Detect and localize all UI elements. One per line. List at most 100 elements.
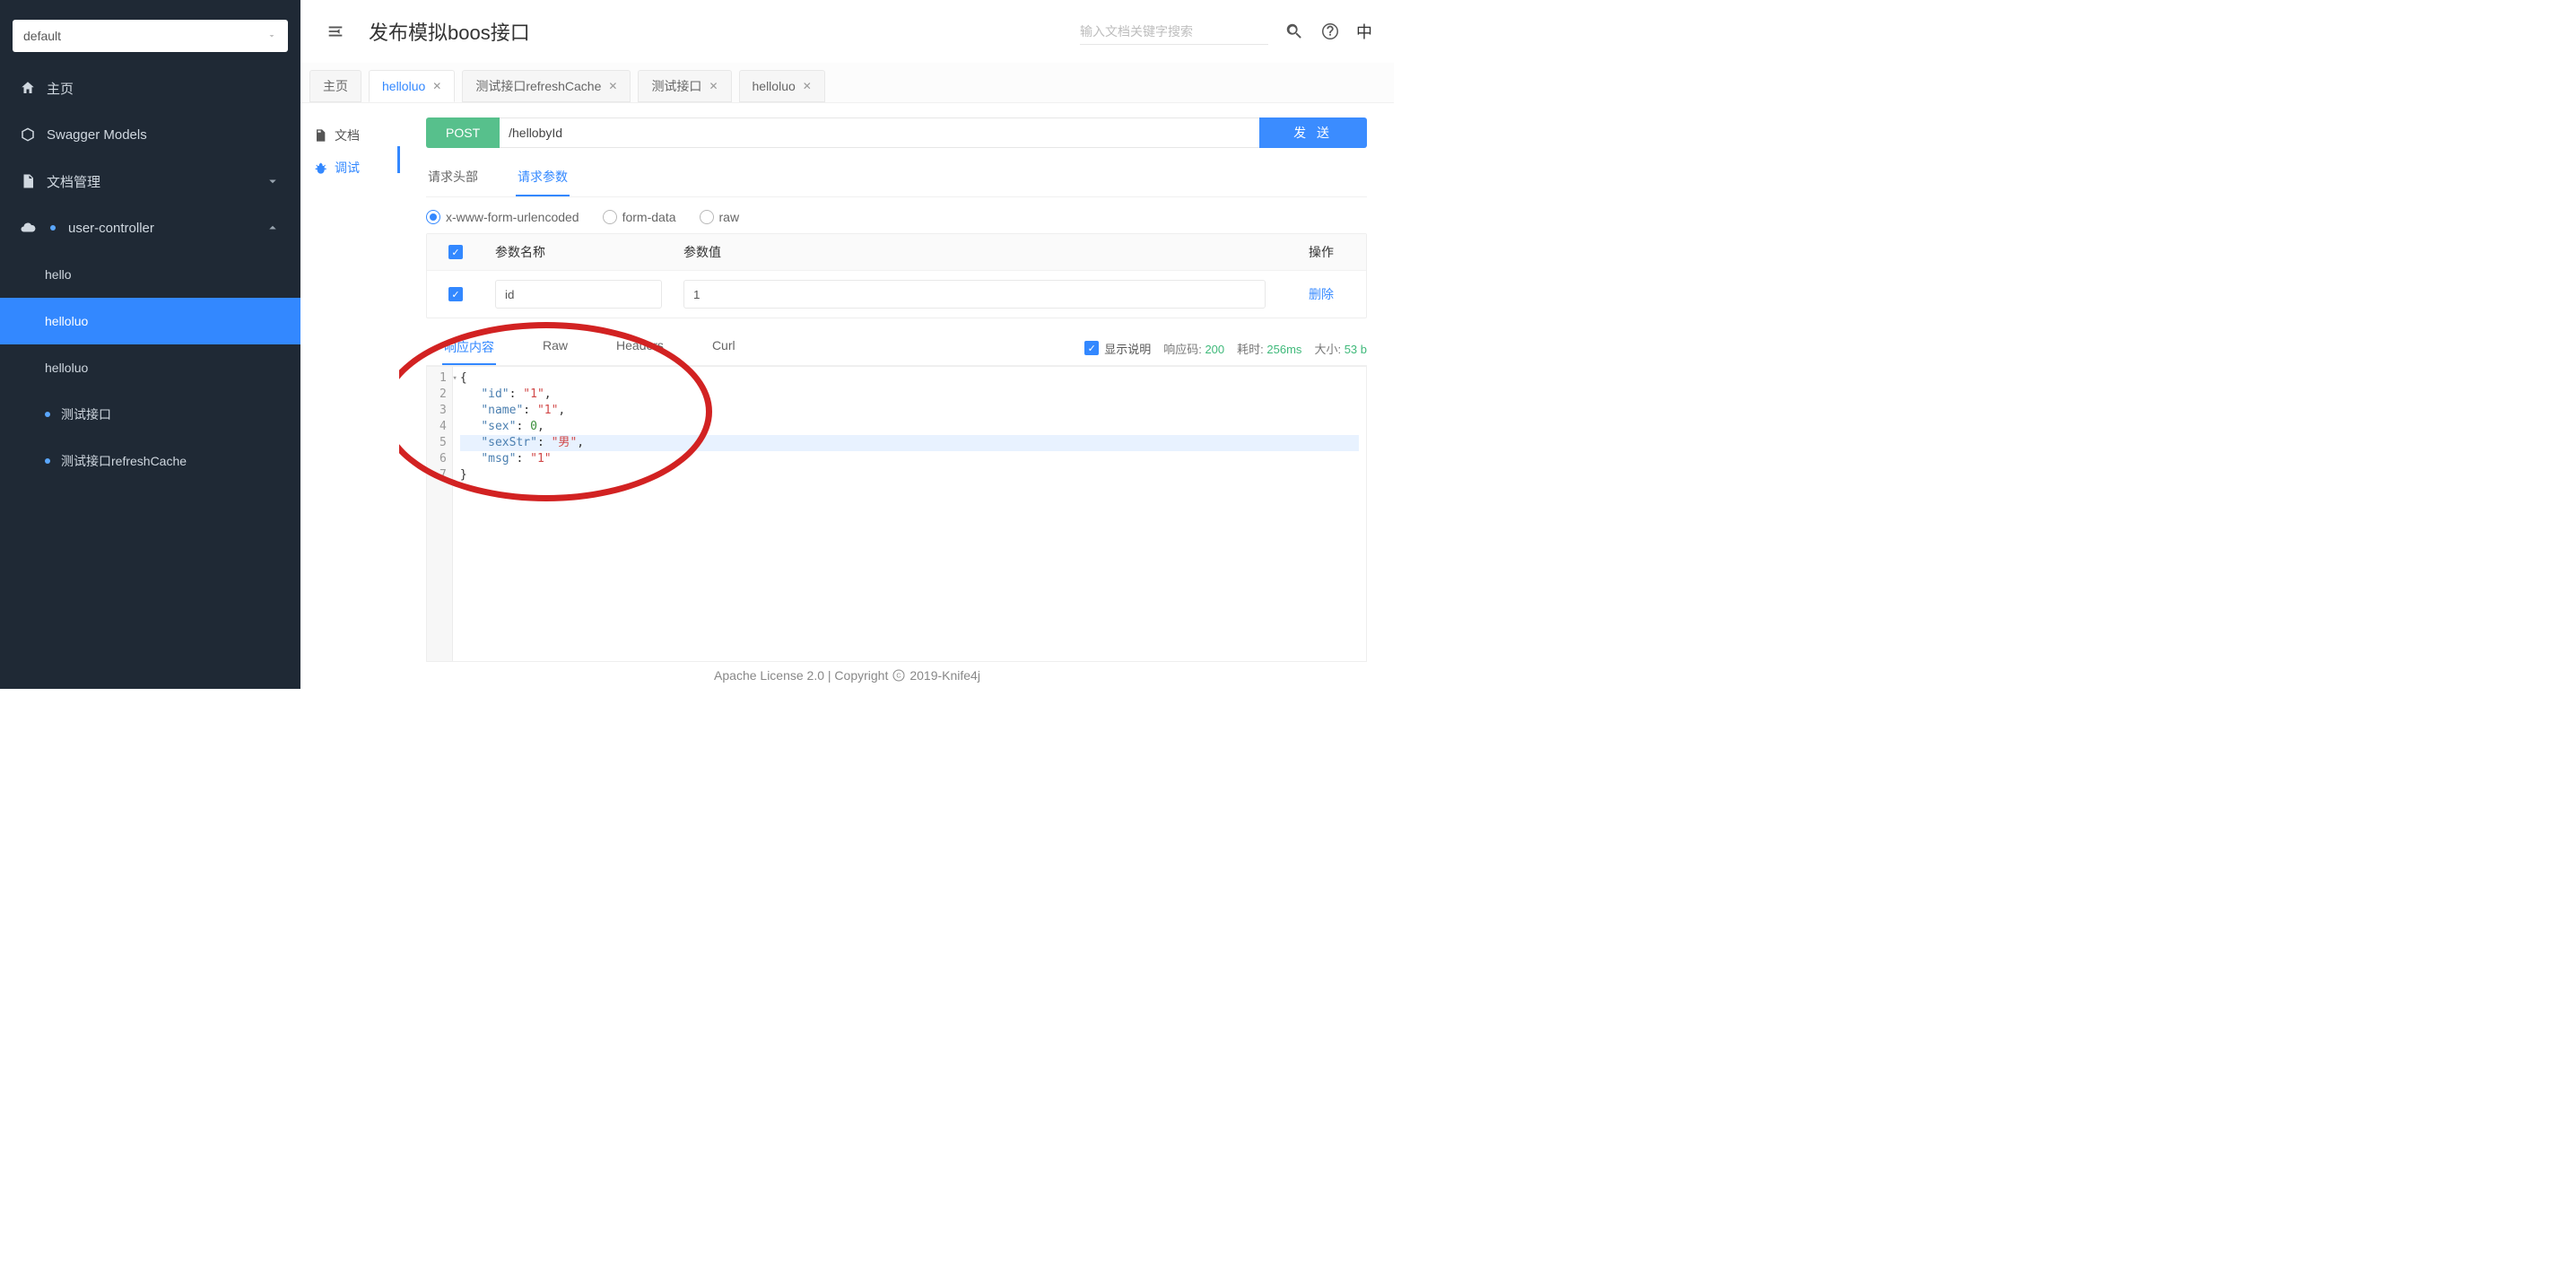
chevron-up-icon <box>265 220 281 236</box>
chevron-down-icon <box>266 30 277 41</box>
response-meta: ✓ 显示说明 响应码: 200 耗时: 256ms 大小: 53 b <box>1084 340 1367 357</box>
params-table: ✓ 参数名称 参数值 操作 ✓ 删除 <box>426 233 1367 318</box>
dot-icon <box>45 458 50 464</box>
delete-link[interactable]: 删除 <box>1309 285 1334 303</box>
bullet-icon <box>50 225 56 231</box>
spec-selector[interactable]: default <box>13 20 288 52</box>
method-badge: POST <box>426 117 500 148</box>
content-wrap: 文档 调试 POST /hellobyId 发 送 请求头部 <box>300 102 1394 662</box>
tab-home[interactable]: 主页 <box>309 70 361 102</box>
cube-icon <box>20 126 36 143</box>
resp-code-label: 响应码: <box>1163 343 1202 356</box>
param-name-input[interactable] <box>495 280 662 309</box>
dot-icon <box>45 412 50 417</box>
search-icon[interactable] <box>1284 22 1304 41</box>
request-tabs: 请求头部 请求参数 <box>426 161 1367 197</box>
sidebar-sub-helloluo[interactable]: helloluo <box>0 298 300 344</box>
sidebar: default 主页 Swagger Models 文档管理 user-con <box>0 0 300 689</box>
subnav-label: 文档 <box>335 126 360 144</box>
subnav-indicator <box>397 146 400 173</box>
sidebar-sub-label: helloluo <box>45 314 88 328</box>
footer-left: Apache License 2.0 | Copyright <box>714 668 888 683</box>
tab-label: 测试接口 <box>651 77 701 95</box>
sidebar-item-label: user-controller <box>68 221 154 236</box>
sidebar-item-label: 文档管理 <box>47 172 100 191</box>
bug-icon <box>313 161 327 175</box>
url-input[interactable]: /hellobyId <box>500 117 1259 148</box>
sidebar-item-label: Swagger Models <box>47 127 147 143</box>
close-icon[interactable]: ✕ <box>803 80 812 92</box>
resp-tab-headers[interactable]: Headers <box>614 331 666 365</box>
doc-icon <box>313 128 327 143</box>
tab-helloluo[interactable]: helloluo ✕ <box>369 70 455 102</box>
file-icon <box>20 173 36 189</box>
sidebar-sub-hello[interactable]: hello <box>0 251 300 298</box>
sidebar-item-home[interactable]: 主页 <box>0 65 300 111</box>
line-gutter: 1234567 <box>427 367 453 661</box>
lang-button[interactable]: 中 <box>1356 20 1372 43</box>
home-icon <box>20 80 36 96</box>
tab-label: 主页 <box>323 77 348 95</box>
checkbox-all[interactable]: ✓ <box>448 245 463 259</box>
subnav-doc[interactable]: 文档 <box>309 119 390 152</box>
code-lines: { "id": "1", "name": "1", "sex": 0, "sex… <box>453 367 1366 661</box>
resp-tab-curl[interactable]: Curl <box>710 331 737 365</box>
topbar: 发布模拟boos接口 中 <box>300 0 1394 63</box>
main: 发布模拟boos接口 中 主页 helloluo ✕ 测试接口refreshCa… <box>300 0 1394 689</box>
subnav-debug[interactable]: 调试 <box>309 152 390 184</box>
checkbox-showdesc: ✓ <box>1084 341 1099 355</box>
sidebar-submenu: hello helloluo helloluo 测试接口 测试接口refresh… <box>0 251 300 484</box>
sidebar-item-docs[interactable]: 文档管理 <box>0 158 300 205</box>
close-icon[interactable]: ✕ <box>608 80 617 92</box>
svg-text:C: C <box>897 672 902 680</box>
radio-icon <box>700 210 714 224</box>
col-name: 参数名称 <box>484 234 673 270</box>
tab-test[interactable]: 测试接口 ✕ <box>638 70 731 102</box>
sidebar-item-controller[interactable]: user-controller <box>0 205 300 251</box>
req-tab-headers[interactable]: 请求头部 <box>426 161 480 196</box>
col-value: 参数值 <box>673 234 1276 270</box>
tab-helloluo2[interactable]: helloluo ✕ <box>739 70 825 102</box>
tab-refresh[interactable]: 测试接口refreshCache ✕ <box>462 70 631 102</box>
radio-raw[interactable]: raw <box>700 210 740 224</box>
param-value-input[interactable] <box>683 280 1266 309</box>
radio-icon <box>603 210 617 224</box>
show-desc-label: 显示说明 <box>1104 340 1151 357</box>
topbar-right: 中 <box>1080 18 1372 45</box>
help-icon[interactable] <box>1320 22 1340 41</box>
sidebar-sub-label: helloluo <box>45 361 88 375</box>
search-input[interactable] <box>1080 18 1268 45</box>
req-tab-params[interactable]: 请求参数 <box>516 161 570 196</box>
resp-tab-raw[interactable]: Raw <box>541 331 570 365</box>
resp-size: 53 b <box>1345 343 1367 356</box>
params-row: ✓ 删除 <box>427 271 1366 318</box>
cloud-icon <box>20 220 36 236</box>
api-panel: POST /hellobyId 发 送 请求头部 请求参数 x-www-form… <box>399 103 1394 662</box>
spec-selector-value: default <box>23 29 61 43</box>
sidebar-top: default <box>0 0 300 65</box>
sidebar-item-label: 主页 <box>47 79 74 98</box>
send-button[interactable]: 发 送 <box>1259 117 1367 148</box>
resp-tab-content[interactable]: 响应内容 <box>442 331 496 365</box>
resp-code: 200 <box>1205 343 1224 356</box>
sidebar-sub-helloluo2[interactable]: helloluo <box>0 344 300 391</box>
sidebar-sub-refresh[interactable]: 测试接口refreshCache <box>0 438 300 484</box>
radio-icon <box>426 210 440 224</box>
footer-right: 2019-Knife4j <box>909 668 980 683</box>
resp-time-label: 耗时: <box>1237 343 1264 356</box>
col-action: 操作 <box>1276 234 1366 270</box>
tab-label: helloluo <box>382 79 425 93</box>
sidebar-item-swagger[interactable]: Swagger Models <box>0 111 300 158</box>
close-icon[interactable]: ✕ <box>432 80 441 92</box>
menu-collapse-icon[interactable] <box>326 22 345 41</box>
close-icon[interactable]: ✕ <box>709 80 718 92</box>
show-desc-toggle[interactable]: ✓ 显示说明 <box>1084 340 1151 357</box>
code-area[interactable]: 1234567 { "id": "1", "name": "1", "sex":… <box>426 366 1367 662</box>
radio-urlencoded[interactable]: x-www-form-urlencoded <box>426 210 579 224</box>
radio-formdata[interactable]: form-data <box>603 210 676 224</box>
resp-size-label: 大小: <box>1314 343 1341 356</box>
checkbox-row[interactable]: ✓ <box>448 287 463 301</box>
sidebar-sub-test[interactable]: 测试接口 <box>0 391 300 438</box>
tab-label: 测试接口refreshCache <box>475 77 601 95</box>
params-header-row: ✓ 参数名称 参数值 操作 <box>427 234 1366 271</box>
